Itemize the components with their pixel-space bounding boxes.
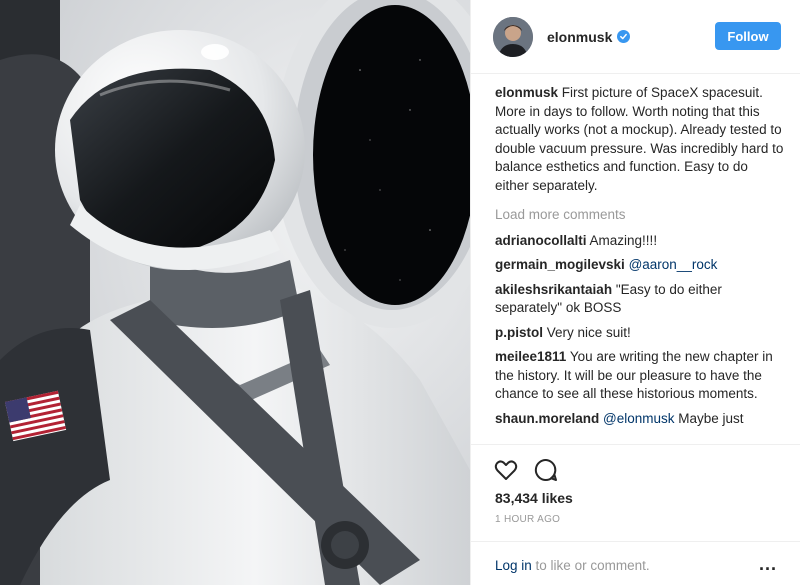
heart-icon[interactable] [493, 457, 519, 483]
comment-username[interactable]: adrianocollalti [495, 233, 587, 248]
caption-text: First picture of SpaceX spacesuit. More … [495, 85, 784, 193]
caption-username[interactable]: elonmusk [495, 85, 558, 100]
post-header: elonmusk Follow [471, 0, 800, 74]
avatar-image [493, 16, 533, 57]
avatar[interactable] [493, 16, 533, 57]
comment-item: p.pistol Very nice suit! [495, 324, 785, 343]
comment-bubble-icon[interactable] [533, 457, 559, 483]
post-sidebar: elonmusk Follow elonmusk First picture o… [470, 0, 800, 585]
comment-item: akileshsrikantaiah "Easy to do either se… [495, 281, 785, 318]
follow-button[interactable]: Follow [715, 22, 781, 50]
login-prompt-text: to like or comment. [531, 558, 650, 573]
comment-username[interactable]: akileshsrikantaiah [495, 282, 612, 297]
comment-item: shaun.moreland @elonmusk Maybe just [495, 410, 785, 429]
comment-text: Very nice suit! [543, 324, 631, 340]
action-icons [493, 457, 559, 483]
post-actions: 83,434 likes 1 HOUR AGO Log in to like o… [471, 444, 800, 585]
spacesuit-photo [0, 0, 470, 585]
post-photo[interactable] [0, 0, 470, 585]
login-link[interactable]: Log in [495, 558, 532, 573]
comment-item: germain_mogilevski @aaron__rock [495, 256, 785, 275]
post-timestamp: 1 HOUR AGO [495, 514, 561, 525]
comment-item: adrianocollalti Amazing!!!! [495, 232, 785, 251]
post-caption: elonmusk First picture of SpaceX spacesu… [495, 84, 785, 195]
comment-username[interactable]: germain_mogilevski [495, 257, 625, 272]
comment-username[interactable]: meilee1811 [495, 349, 566, 364]
comment-text: Amazing!!!! [586, 232, 658, 248]
comment-item: meilee1811 You are writing the new chapt… [495, 348, 785, 404]
likes-count[interactable]: 83,434 likes [495, 490, 573, 506]
load-more-comments-link[interactable]: Load more comments [495, 206, 785, 225]
verified-badge-icon [617, 30, 631, 43]
comment-mention[interactable]: @aaron__rock [629, 257, 718, 272]
comment-mention[interactable]: @elonmusk [603, 411, 674, 426]
comment-username[interactable]: shaun.moreland [495, 411, 599, 426]
more-dots-icon[interactable]: ... [759, 554, 777, 575]
comment-username[interactable]: p.pistol [495, 325, 543, 340]
comment-text-tail: Maybe just [674, 410, 744, 426]
username[interactable]: elonmusk [547, 29, 612, 45]
login-prompt: Log in to like or comment. [495, 558, 650, 573]
login-bar: Log in to like or comment. ... [471, 541, 800, 585]
comments-list[interactable]: elonmusk First picture of SpaceX spacesu… [495, 84, 785, 444]
